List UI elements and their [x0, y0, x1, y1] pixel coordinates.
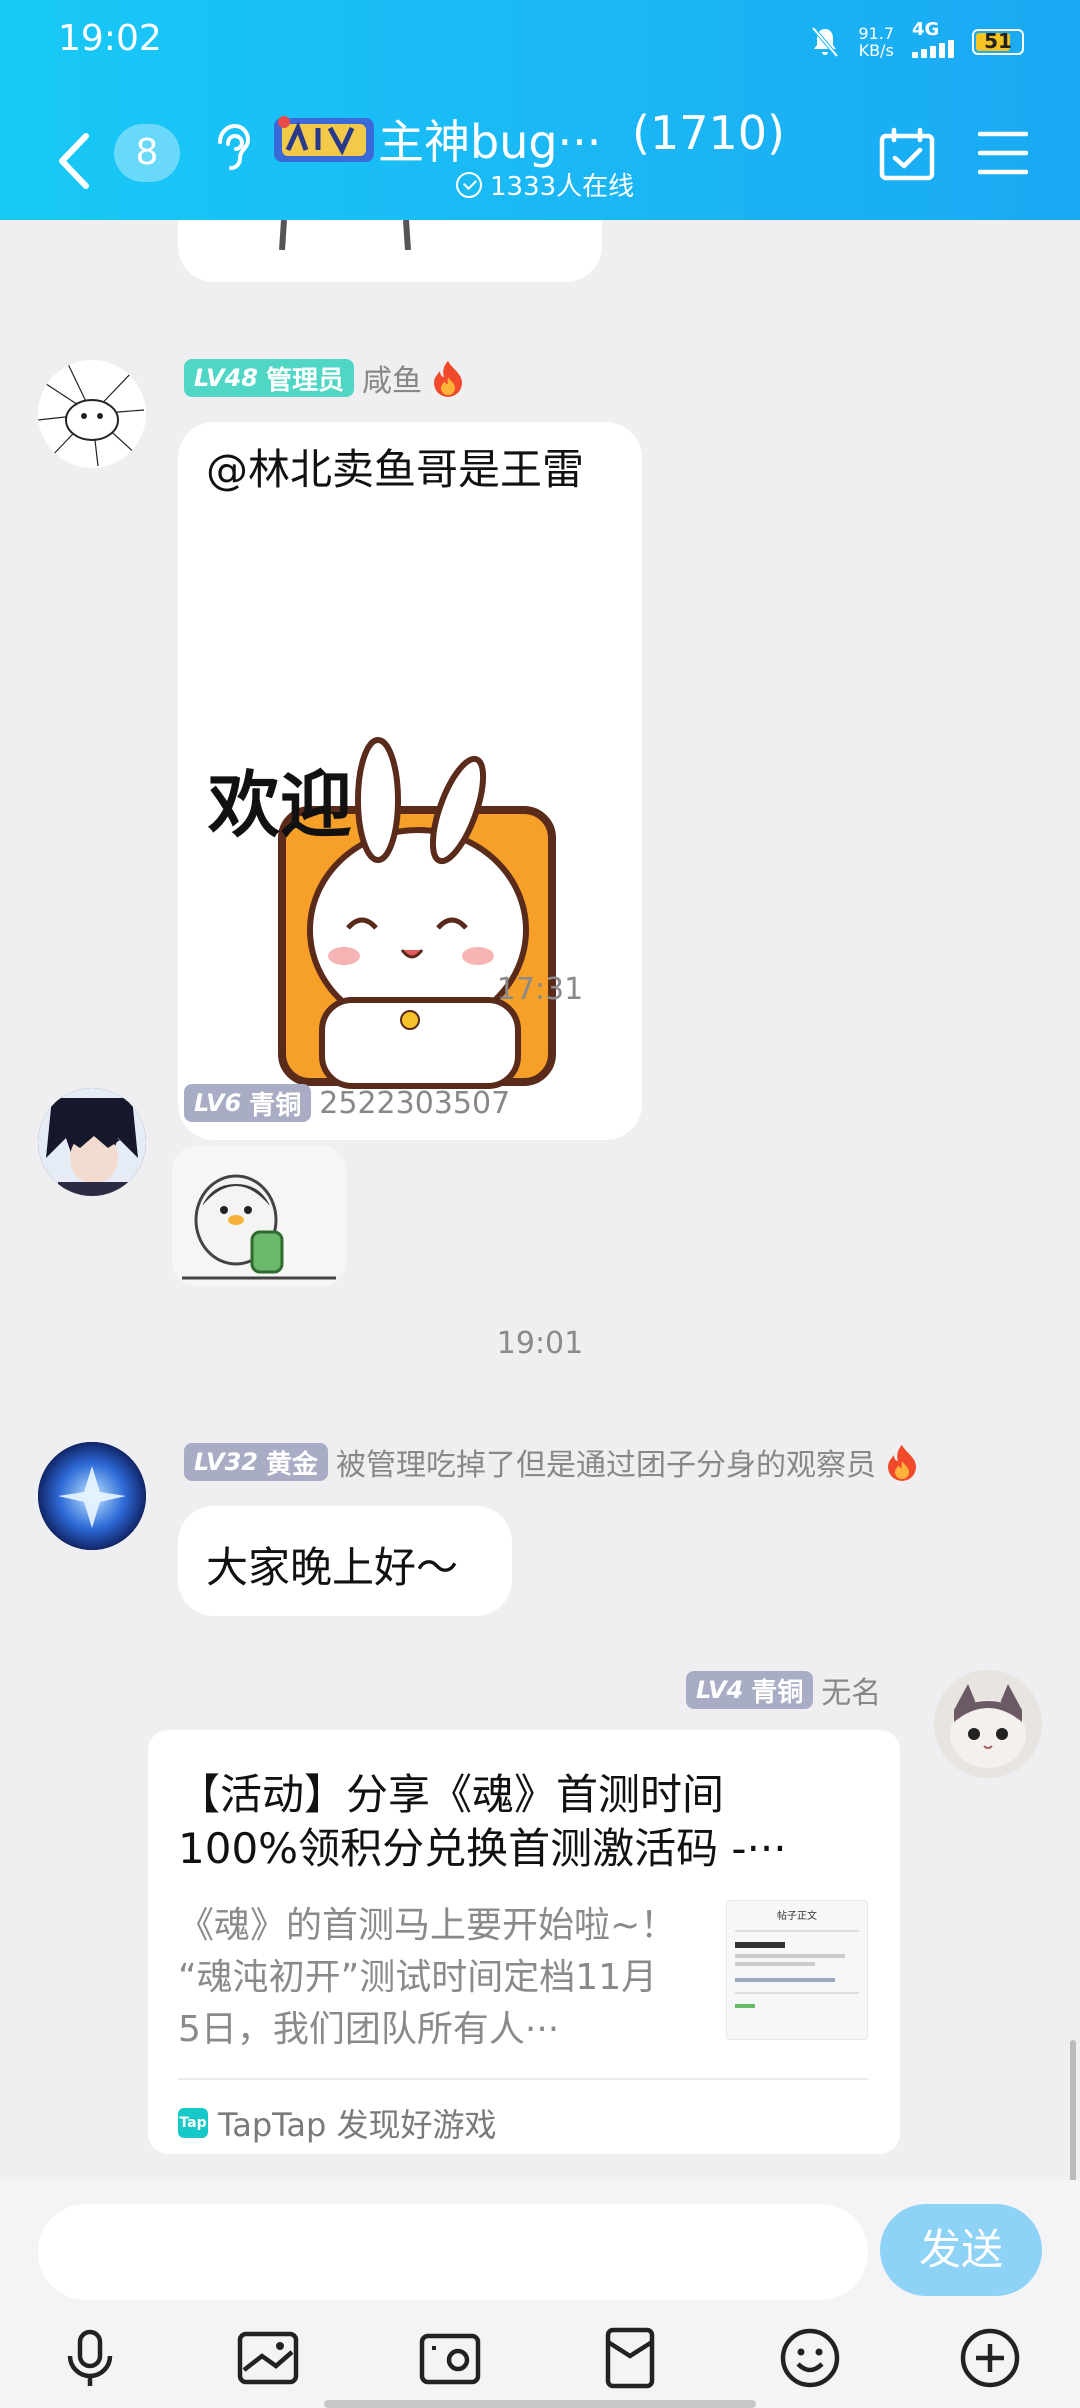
fire-icon: [433, 361, 462, 397]
sticker-bubble[interactable]: [172, 1146, 346, 1286]
emoji-icon[interactable]: [778, 2326, 842, 2390]
status-bar: 19:02 91.7 KB/s 4G 51: [0, 0, 1080, 80]
share-desc-line: 5日，我们团队所有人···: [178, 2009, 560, 2050]
level-badge: LV48 管理员: [184, 359, 354, 397]
level-number: LV48: [194, 364, 258, 392]
group-logo-icon: [274, 116, 374, 162]
microphone-icon[interactable]: [58, 2326, 122, 2390]
signal-bars-icon: [912, 40, 954, 58]
penguin-sticker: [182, 1174, 336, 1280]
share-source: Tap TapTap 发现好游戏: [178, 2100, 497, 2146]
timestamp: 17:31: [496, 972, 584, 1007]
sender-name[interactable]: 无名: [821, 1668, 881, 1712]
sticker-bubble[interactable]: 欢迎: [178, 700, 642, 1140]
level-badge: LV32 黄金: [184, 1443, 328, 1481]
message-input[interactable]: [38, 2204, 868, 2300]
message-list[interactable]: LV48 管理员 咸鱼 @林北卖鱼哥是王雷 欢迎 17:31 LV6 青铜 25…: [0, 220, 1080, 2180]
level-badge: LV6 青铜: [184, 1084, 312, 1122]
divider: [178, 2078, 868, 2080]
sticker-partial: [279, 220, 411, 250]
level-title: 青铜: [249, 1090, 302, 1121]
avatar[interactable]: [38, 1442, 146, 1550]
ear-icon[interactable]: [210, 120, 254, 180]
message-text: @林北卖鱼哥是王雷: [206, 445, 585, 494]
chat-nav-bar: 8 主神bug··· (1710) 1333人在线: [0, 86, 1080, 216]
sender-name[interactable]: 2522303507: [319, 1086, 510, 1121]
sticker-text: 欢迎: [207, 763, 352, 847]
avatar[interactable]: [38, 1088, 146, 1196]
back-arrow-icon[interactable]: [50, 126, 100, 196]
share-source-label: TapTap 发现好游戏: [218, 2106, 497, 2144]
network-type: 4G: [912, 19, 940, 40]
message-text: 大家晚上好～: [206, 1543, 459, 1592]
camera-icon[interactable]: [418, 2326, 482, 2390]
online-status: 1333人在线: [456, 166, 634, 203]
net-speed: 91.7 KB/s: [858, 25, 894, 59]
taptap-icon: Tap: [178, 2108, 208, 2138]
share-desc-line: “魂沌初开”测试时间定档11月: [178, 1957, 658, 1998]
sender-name[interactable]: 被管理吃掉了但是通过团子分身的观察员: [336, 1440, 876, 1484]
share-title-line: 100%领积分兑换首测激活码 -···: [178, 1824, 787, 1873]
calendar-check-icon[interactable]: [878, 126, 936, 184]
share-title-line: 【活动】分享《魂》首测时间: [178, 1770, 725, 1819]
home-indicator: [324, 2400, 756, 2408]
group-name[interactable]: 主神bug···: [378, 106, 601, 172]
avatar[interactable]: [934, 1670, 1042, 1778]
welcome-rabbit-sticker: 欢迎: [207, 737, 556, 1089]
group-member-count: (1710): [632, 106, 785, 160]
avatar[interactable]: [38, 360, 146, 468]
level-number: LV4: [696, 1676, 744, 1704]
unread-count-badge[interactable]: 8: [114, 124, 180, 182]
scrollbar[interactable]: [1070, 2040, 1076, 2180]
online-count: 1333人在线: [490, 172, 635, 202]
message-bubble[interactable]: 大家晚上好～: [178, 1506, 512, 1616]
red-packet-icon[interactable]: [598, 2326, 662, 2390]
thumbnail-title: 帖子正文: [777, 1911, 817, 1922]
sender-name[interactable]: 咸鱼: [362, 356, 422, 400]
mute-bell-icon: [811, 26, 839, 58]
chat-header: 19:02 91.7 KB/s 4G 51 8 主神bug··· (1710) …: [0, 0, 1080, 220]
level-number: LV32: [194, 1448, 258, 1476]
sender-meta: LV6 青铜 2522303507: [184, 1084, 510, 1122]
net-speed-value: 91.7: [858, 24, 894, 43]
shared-link-card[interactable]: 【活动】分享《魂》首测时间 100%领积分兑换首测激活码 -··· 《魂》的首测…: [148, 1730, 900, 2154]
battery-icon: 51: [972, 29, 1024, 55]
menu-icon[interactable]: [978, 128, 1028, 178]
send-button[interactable]: 发送: [880, 2204, 1042, 2296]
input-toolbar: [0, 2320, 1080, 2404]
level-title: 青铜: [751, 1677, 804, 1708]
timestamp: 19:01: [496, 1326, 584, 1361]
status-indicators: 91.7 KB/s 4G 51: [810, 19, 1024, 62]
sender-meta: LV4 青铜 无名: [686, 1668, 881, 1712]
level-title: 黄金: [265, 1449, 318, 1480]
image-icon[interactable]: [236, 2326, 300, 2390]
net-speed-unit: KB/s: [858, 41, 894, 60]
share-thumbnail: 帖子正文: [726, 1900, 868, 2040]
battery-level: 51: [984, 29, 1012, 53]
sender-meta: LV32 黄金 被管理吃掉了但是通过团子分身的观察员: [184, 1440, 920, 1484]
share-title: 【活动】分享《魂》首测时间 100%领积分兑换首测激活码 -···: [178, 1768, 858, 1876]
share-description: 《魂》的首测马上要开始啦~！ “魂沌初开”测试时间定档11月 5日，我们团队所有…: [178, 1900, 698, 2056]
plus-icon[interactable]: [958, 2326, 1022, 2390]
level-badge: LV4 青铜: [686, 1671, 814, 1709]
signal-indicator: 4G: [912, 19, 954, 62]
sender-meta: LV48 管理员 咸鱼: [184, 356, 466, 400]
input-area: 发送: [0, 2180, 1080, 2408]
fire-icon: [887, 1445, 916, 1481]
level-number: LV6: [194, 1089, 242, 1117]
message-bubble-partial[interactable]: [178, 220, 602, 282]
status-time: 19:02: [58, 18, 162, 59]
online-check-icon: [456, 171, 482, 198]
share-desc-line: 《魂》的首测马上要开始啦~！: [178, 1905, 677, 1946]
level-title: 管理员: [265, 365, 344, 396]
